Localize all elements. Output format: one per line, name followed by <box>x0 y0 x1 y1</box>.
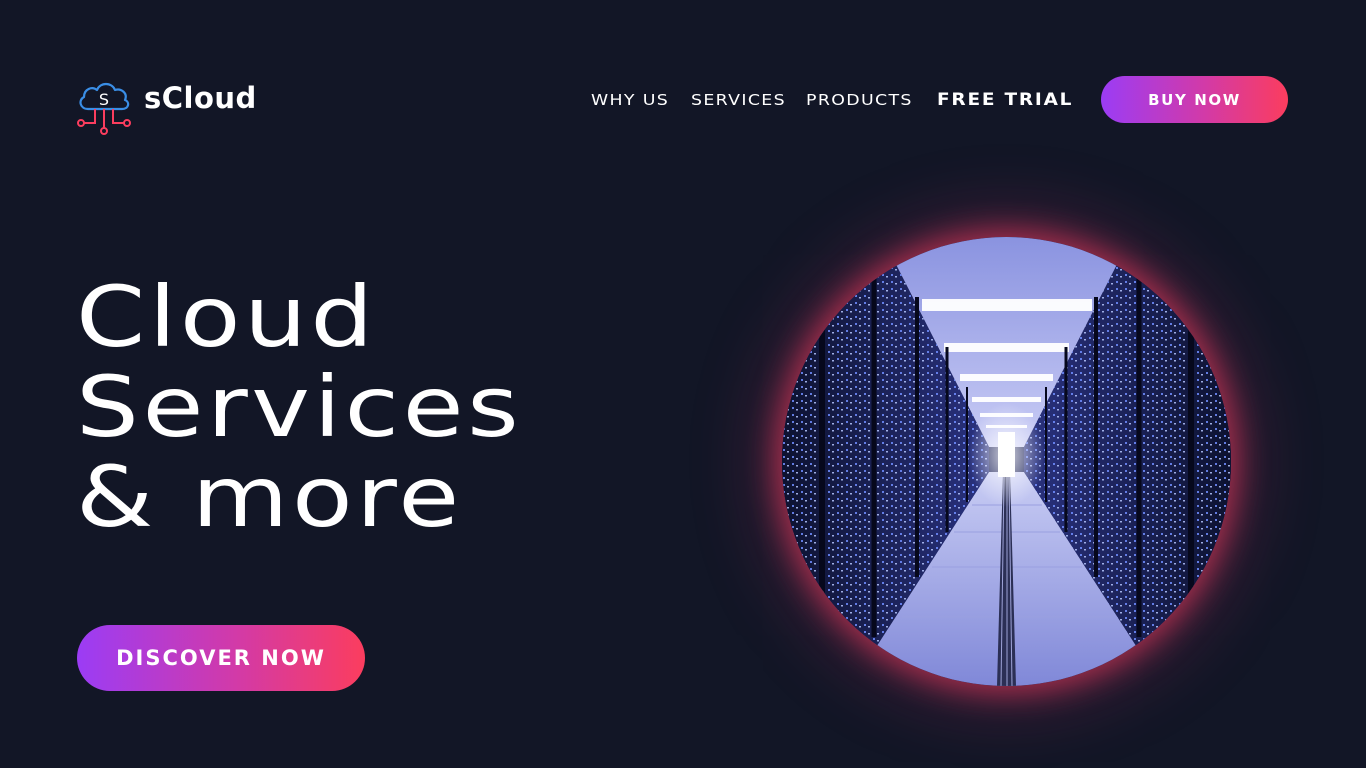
hero-title: Cloud Services & more <box>76 272 519 542</box>
server-room-illustration <box>782 237 1231 686</box>
nav-link-free-trial[interactable]: FREE TRIAL <box>937 90 1073 109</box>
cloud-logo-icon: S <box>77 82 131 135</box>
brand-name: sCloud <box>144 81 257 115</box>
hero-title-line-2: Services <box>76 358 523 456</box>
nav-link-services[interactable]: SERVICES <box>691 91 786 109</box>
hero-title-line-1: Cloud <box>76 268 377 366</box>
discover-now-button[interactable]: DISCOVER NOW <box>77 625 365 691</box>
nav-link-why-us[interactable]: WHY US <box>591 91 669 109</box>
landing-page: S sCloud WHY US SERVICES PRODUCTS FREE T… <box>0 0 1366 768</box>
nav-link-products[interactable]: PRODUCTS <box>806 91 913 109</box>
server-room-image <box>782 237 1231 686</box>
main-nav: WHY US SERVICES PRODUCTS FREE TRIAL BUY … <box>591 76 1288 123</box>
logo-letter: S <box>99 90 109 109</box>
buy-now-button[interactable]: BUY NOW <box>1101 76 1288 123</box>
hero-title-line-3: & more <box>76 448 463 546</box>
brand-logo[interactable]: S sCloud <box>76 78 257 136</box>
